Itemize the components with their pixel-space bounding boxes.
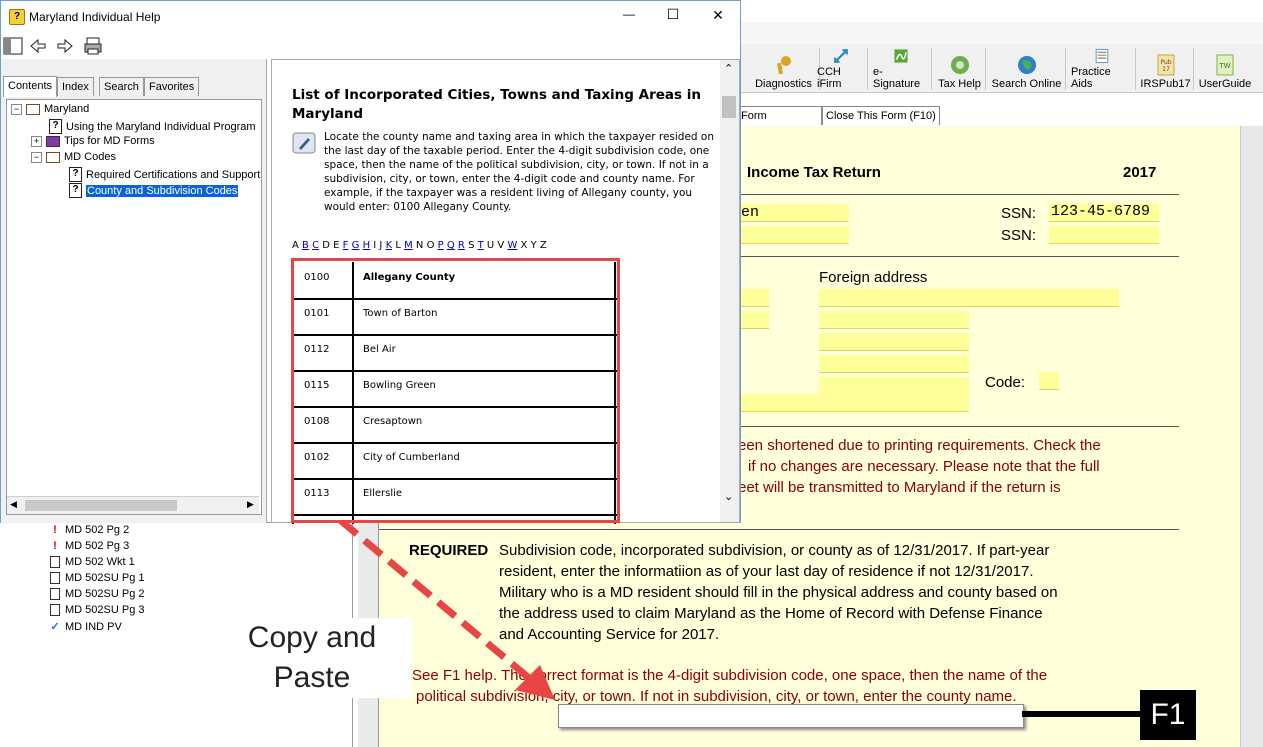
tree-node-county-codes[interactable]: ? County and Subdivision Codes	[69, 183, 239, 198]
expand-icon[interactable]: +	[31, 135, 42, 147]
alphabet-link-r[interactable]: R	[458, 240, 465, 251]
tab-contents[interactable]: Contents	[3, 76, 58, 97]
help-page-icon: ?	[69, 167, 82, 182]
close-button[interactable]: ✕	[708, 7, 728, 24]
alphabet-link-f[interactable]: F	[343, 240, 349, 251]
alphabet-link-h[interactable]: H	[363, 240, 371, 251]
scroll-down-icon[interactable]: ⌄	[724, 490, 733, 503]
topic-title: List of Incorporated Cities, Towns and T…	[292, 87, 701, 122]
maximize-button[interactable]: ☐	[663, 6, 683, 23]
tree-node-label: Maryland	[44, 103, 90, 115]
collapse-icon[interactable]: −	[11, 103, 22, 115]
tree-node-label: Tips for MD Forms	[64, 135, 155, 147]
alphabet-link-p[interactable]: P	[438, 240, 444, 251]
collapse-icon[interactable]: −	[31, 151, 42, 163]
tree-node-label-selected: County and Subdivision Codes	[86, 184, 239, 197]
alphabet-letter-d: D	[322, 240, 330, 251]
tree-node-md-codes[interactable]: − MD Codes	[31, 151, 116, 163]
alphabet-link-m[interactable]: M	[404, 240, 413, 251]
note-pencil-icon	[292, 132, 316, 154]
topic-scroll-thumb[interactable]	[722, 96, 736, 118]
alphabet-letter-j: J	[379, 240, 383, 251]
alphabet-letter-v: V	[497, 240, 505, 251]
tree-node-label: MD Codes	[64, 151, 116, 163]
alphabet-letter-n: N	[415, 240, 424, 251]
help-page-icon: ?	[69, 183, 82, 198]
alphabet-link-g[interactable]: G	[352, 240, 360, 251]
tree-node-label: Using the Maryland Individual Program	[66, 120, 256, 133]
book-closed-icon	[46, 135, 60, 147]
alphabet-letter-u: U	[486, 240, 495, 251]
forward-arrow-icon[interactable]	[56, 38, 74, 54]
highlight-box	[291, 258, 620, 523]
tab-index[interactable]: Index	[57, 77, 94, 96]
contents-tree: − Maryland ? Using the Maryland Individu…	[6, 99, 262, 515]
tree-horizontal-scrollbar[interactable]: ◀ ▶	[7, 496, 259, 514]
print-icon[interactable]	[83, 36, 103, 56]
alphabet-link-c[interactable]: C	[312, 240, 319, 251]
hide-pane-icon[interactable]	[3, 37, 23, 55]
alphabet-link-q[interactable]: Q	[447, 240, 455, 251]
alphabet-letter-s: S	[468, 240, 475, 251]
alphabet-index: A B C D E F G H I J K L M N O P Q R S T …	[292, 240, 547, 251]
alphabet-letter-z: Z	[539, 240, 547, 251]
scroll-left-icon[interactable]: ◀	[10, 499, 17, 510]
book-open-icon	[26, 103, 40, 115]
tree-node-label: Required Certifications and Support	[86, 168, 261, 181]
help-page-icon: ?	[49, 119, 62, 134]
tree-node-using-program[interactable]: ? Using the Maryland Individual Program	[49, 119, 256, 134]
topic-body: Locate the county name and taxing area i…	[324, 131, 714, 213]
tree-node-certifications[interactable]: ? Required Certifications and Support	[69, 167, 260, 182]
back-arrow-icon[interactable]	[29, 38, 47, 54]
help-titlebar: ? Maryland Individual Help — ☐ ✕	[1, 1, 740, 33]
arrow-shaft	[337, 517, 538, 686]
alphabet-letter-e: E	[333, 240, 340, 251]
alphabet-link-b[interactable]: B	[302, 240, 309, 251]
alphabet-link-w[interactable]: W	[507, 240, 517, 251]
help-app-icon: ?	[9, 9, 25, 25]
book-open-icon	[46, 151, 60, 163]
alphabet-letter-i: I	[373, 240, 377, 251]
alphabet-letter-x: X	[520, 240, 528, 251]
alphabet-letter-o: O	[426, 240, 435, 251]
alphabet-letter-a: A	[292, 240, 299, 251]
scroll-thumb[interactable]	[25, 500, 177, 511]
minimize-button[interactable]: —	[619, 7, 639, 21]
tab-favorites[interactable]: Favorites	[144, 77, 200, 96]
alphabet-link-k[interactable]: K	[386, 240, 393, 251]
tree-node-tips[interactable]: + Tips for MD Forms	[31, 135, 155, 147]
help-window-title: Maryland Individual Help	[29, 10, 161, 24]
tree-node-maryland[interactable]: − Maryland	[11, 103, 89, 115]
alphabet-letter-y: Y	[530, 240, 537, 251]
tab-search[interactable]: Search	[99, 77, 144, 96]
help-navigation-pane: Contents Index Search Favorites − Maryla…	[1, 59, 267, 523]
scroll-right-icon[interactable]: ▶	[247, 499, 254, 510]
topic-scrollbar[interactable]: ⌃ ⌄	[720, 60, 739, 522]
scroll-up-icon[interactable]: ⌃	[724, 62, 733, 75]
alphabet-letter-l: L	[395, 240, 401, 251]
help-toolbar	[1, 33, 740, 59]
alphabet-link-t[interactable]: T	[478, 240, 484, 251]
